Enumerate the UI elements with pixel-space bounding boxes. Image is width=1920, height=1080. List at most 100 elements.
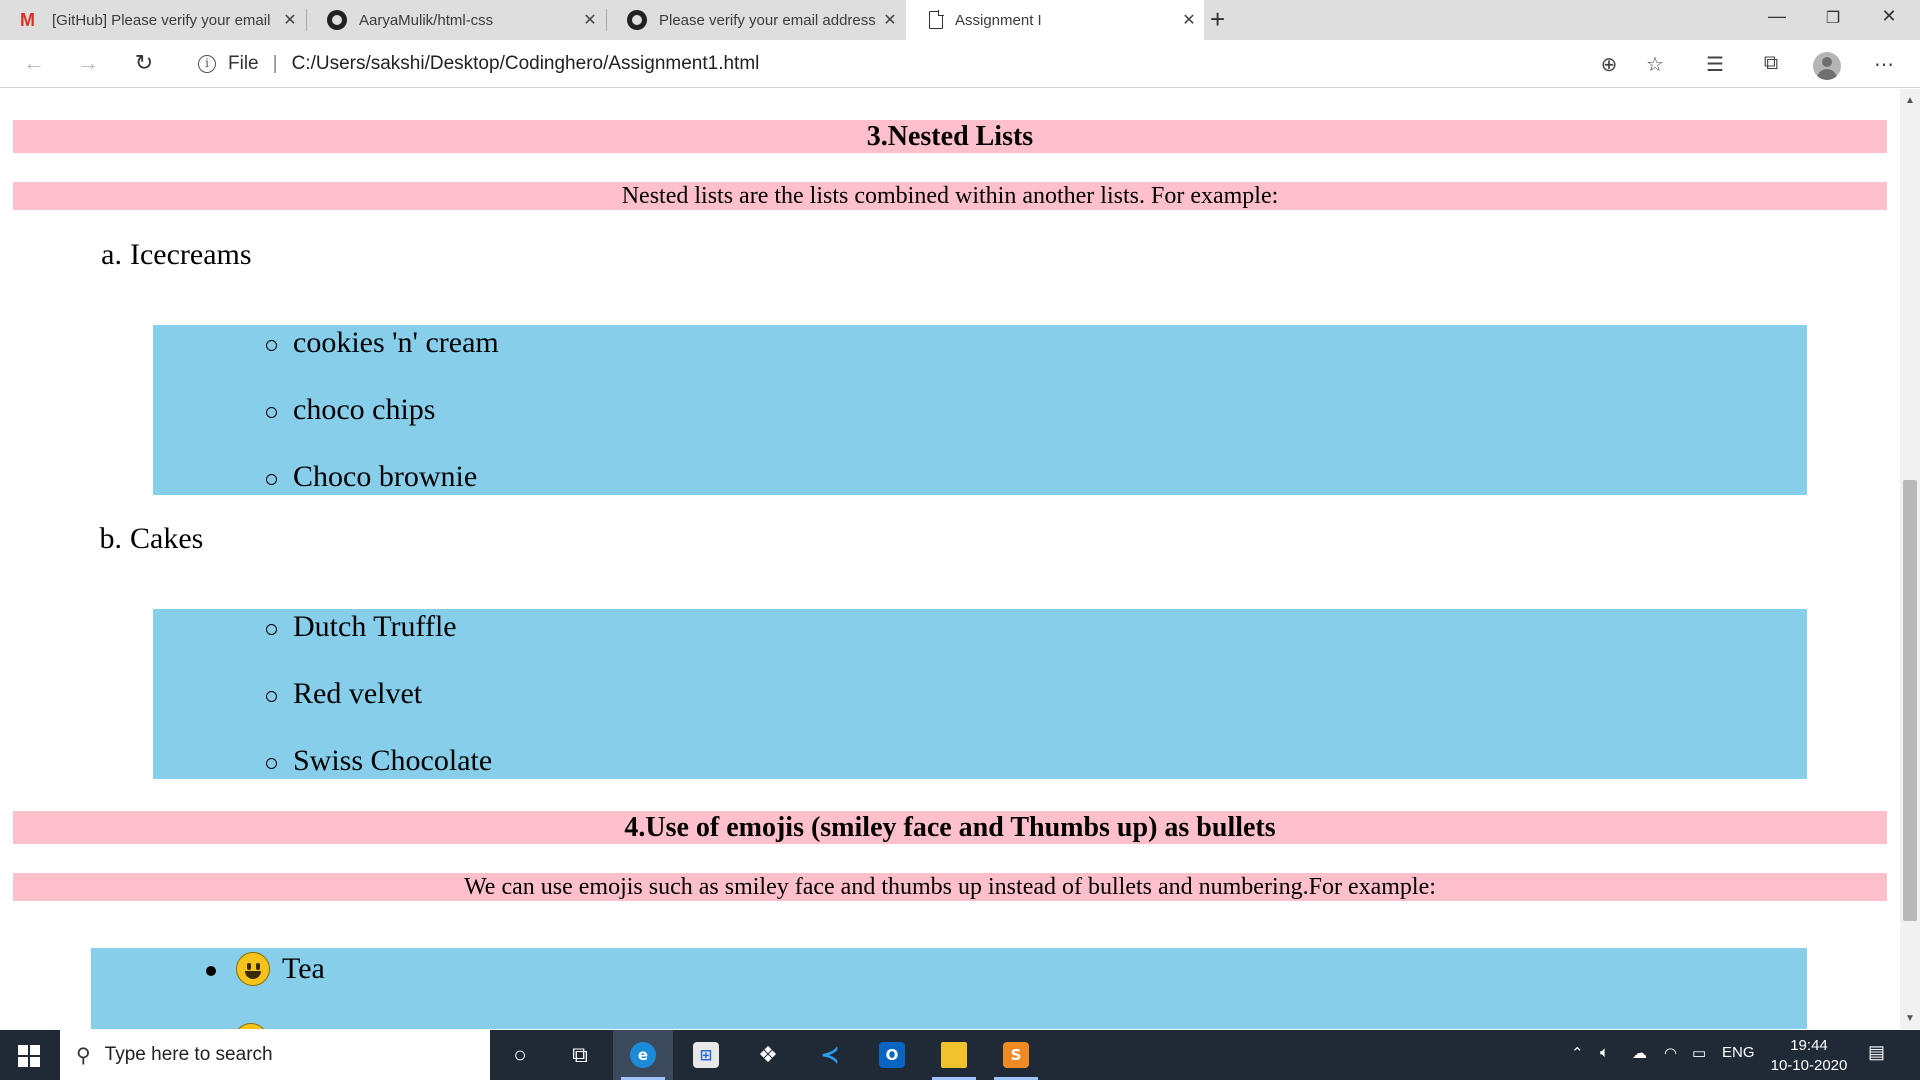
close-icon[interactable]: ✕: [575, 10, 605, 30]
list-item-text: Swiss Chocolate: [293, 744, 493, 777]
zoom-icon[interactable]: ⊕: [1591, 52, 1627, 77]
tab-title: AaryaMulik/html-css: [359, 11, 494, 29]
circle-bullet-icon: [266, 339, 277, 351]
tab-title: [GitHub] Please verify your email: [52, 11, 271, 29]
volume-icon[interactable]: 🔈︎: [1600, 1044, 1609, 1061]
circle-bullet-icon: [266, 757, 277, 769]
disc-bullet-icon: [206, 966, 216, 976]
smiley-face-icon: [234, 1023, 268, 1029]
list-item: Tea: [206, 952, 325, 986]
close-icon[interactable]: ✕: [275, 10, 305, 30]
collections-icon[interactable]: ⧉: [1753, 52, 1789, 75]
github-icon: [627, 10, 647, 30]
emoji-list: Tea: [91, 948, 1807, 1029]
more-options-icon[interactable]: ⋯: [1866, 52, 1902, 77]
list-item: Red velvet: [266, 677, 422, 711]
smiley-face-icon: [236, 952, 270, 986]
taskbar-search-box[interactable]: ⚲ Type here to search: [60, 1030, 490, 1080]
group-label: Cakes: [130, 522, 204, 555]
list-item: choco chips: [266, 393, 435, 427]
store-icon: ⊞: [693, 1042, 719, 1068]
scroll-down-icon[interactable]: ▼: [1905, 1013, 1915, 1024]
forward-button[interactable]: →: [70, 50, 106, 76]
windows-taskbar: ⚲ Type here to search ○ ⧉ e ⊞ ❖ ≺ O S ⌃ …: [0, 1030, 1920, 1080]
close-icon[interactable]: ✕: [1174, 10, 1204, 30]
onedrive-icon[interactable]: ☁: [1632, 1044, 1647, 1062]
tab-gmail[interactable]: M [GitHub] Please verify your email ✕: [0, 0, 305, 40]
task-view-icon[interactable]: ⧉: [550, 1030, 610, 1080]
close-icon[interactable]: ✕: [875, 10, 905, 30]
vscode-icon: ≺: [820, 1042, 840, 1067]
list-item: Swiss Chocolate: [266, 744, 492, 778]
nested-list-item: a. Icecreams: [92, 238, 252, 272]
section4-heading: 4.Use of emojis (smiley face and Thumbs …: [13, 811, 1887, 844]
restore-button[interactable]: ❐: [1813, 8, 1853, 28]
minimize-button[interactable]: —: [1757, 6, 1797, 27]
favorites-list-icon[interactable]: ☰: [1697, 52, 1733, 77]
list-item-text: Choco brownie: [293, 460, 478, 493]
close-window-button[interactable]: ✕: [1869, 6, 1909, 27]
scroll-up-icon[interactable]: ▲: [1905, 95, 1915, 106]
page-viewport: 3.Nested Lists Nested lists are the list…: [0, 89, 1900, 1029]
section4-intro: We can use emojis such as smiley face an…: [13, 873, 1887, 901]
cortana-icon[interactable]: ○: [490, 1030, 550, 1080]
scrollbar-thumb[interactable]: [1903, 480, 1917, 921]
favorite-star-icon[interactable]: ☆: [1637, 52, 1673, 77]
icecream-sublist: cookies 'n' cream choco chips Choco brow…: [153, 325, 1807, 495]
dropbox-taskbar-button[interactable]: ❖: [738, 1030, 798, 1080]
cakes-sublist: Dutch Truffle Red velvet Swiss Chocolate: [153, 609, 1807, 779]
sublime-taskbar-button[interactable]: S: [986, 1030, 1046, 1080]
section3-intro: Nested lists are the lists combined with…: [13, 182, 1887, 210]
list-item-text: Dutch Truffle: [293, 610, 457, 643]
section3-heading: 3.Nested Lists: [13, 120, 1887, 153]
back-button[interactable]: ←: [16, 50, 52, 76]
circle-bullet-icon: [266, 406, 277, 418]
list-item: Choco brownie: [266, 460, 477, 494]
address-divider: |: [272, 53, 278, 74]
notifications-icon[interactable]: ▤: [1868, 1042, 1885, 1063]
profile-avatar[interactable]: [1813, 52, 1841, 80]
address-bar[interactable]: i File | C:/Users/sakshi/Desktop/Codingh…: [180, 46, 1650, 82]
circle-bullet-icon: [266, 623, 277, 635]
browser-toolbar: ← → ↻ i File | C:/Users/sakshi/Desktop/C…: [0, 40, 1920, 88]
sublime-text-icon: S: [1003, 1042, 1029, 1068]
list-item-text: Red velvet: [293, 677, 423, 710]
vertical-scrollbar[interactable]: ▲ ▼: [1900, 89, 1920, 1029]
url-text[interactable]: C:/Users/sakshi/Desktop/Codinghero/Assig…: [292, 53, 760, 75]
edge-taskbar-button[interactable]: e: [613, 1030, 673, 1080]
search-placeholder: Type here to search: [104, 1044, 273, 1065]
show-hidden-icons-chevron-icon[interactable]: ⌃: [1571, 1044, 1584, 1062]
windows-start-icon[interactable]: [18, 1045, 40, 1067]
tab-github-repo[interactable]: AaryaMulik/html-css ✕: [307, 0, 605, 40]
list-item-text: choco chips: [293, 393, 436, 426]
list-marker: a.: [101, 238, 122, 271]
gmail-icon: M: [20, 9, 35, 30]
system-clock[interactable]: 19:44 10-10-2020: [1764, 1036, 1854, 1076]
language-indicator[interactable]: ENG: [1722, 1044, 1755, 1061]
clock-date: 10-10-2020: [1770, 1057, 1848, 1074]
tab-strip: M [GitHub] Please verify your email ✕ Aa…: [0, 0, 1920, 40]
file-explorer-taskbar-button[interactable]: [924, 1030, 984, 1080]
search-icon: ⚲: [76, 1044, 91, 1067]
battery-icon[interactable]: ▭: [1692, 1044, 1706, 1062]
document-icon: [929, 10, 944, 29]
refresh-button[interactable]: ↻: [126, 50, 162, 76]
tab-assignment[interactable]: Assignment I ✕: [906, 0, 1204, 40]
outlook-taskbar-button[interactable]: O: [862, 1030, 922, 1080]
vscode-taskbar-button[interactable]: ≺: [800, 1030, 860, 1080]
tab-title: Assignment I: [955, 11, 1042, 29]
wifi-icon[interactable]: ◠: [1664, 1044, 1677, 1062]
list-item: cookies 'n' cream: [266, 326, 499, 360]
new-tab-button[interactable]: +: [1210, 4, 1225, 35]
store-taskbar-button[interactable]: ⊞: [676, 1030, 736, 1080]
group-label: Icecreams: [130, 238, 252, 271]
nested-list-item: b. Cakes: [92, 522, 204, 556]
list-item-text: cookies 'n' cream: [293, 326, 499, 359]
info-icon[interactable]: i: [198, 55, 216, 73]
dropbox-icon: ❖: [758, 1042, 778, 1067]
circle-bullet-icon: [266, 690, 277, 702]
tab-title: Please verify your email address: [659, 11, 875, 29]
tab-github-verify[interactable]: Please verify your email address ✕: [607, 0, 905, 40]
edge-icon: e: [630, 1042, 656, 1068]
list-item: Dutch Truffle: [266, 610, 457, 644]
